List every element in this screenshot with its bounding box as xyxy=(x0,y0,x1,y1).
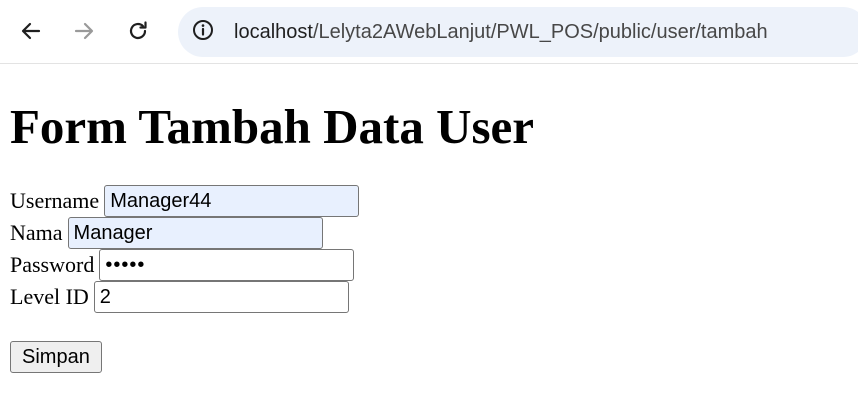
url-text[interactable]: localhost/Lelyta2AWebLanjut/PWL_POS/publ… xyxy=(234,7,768,57)
arrow-left-icon xyxy=(20,20,42,42)
level-id-row: Level ID xyxy=(10,281,349,313)
address-bar[interactable]: localhost/Lelyta2AWebLanjut/PWL_POS/publ… xyxy=(178,7,858,57)
browser-toolbar: localhost/Lelyta2AWebLanjut/PWL_POS/publ… xyxy=(0,0,858,64)
url-host: localhost xyxy=(234,21,313,43)
username-label: Username xyxy=(10,188,100,213)
password-input[interactable] xyxy=(99,249,355,281)
username-input[interactable] xyxy=(104,185,360,217)
password-row: Password xyxy=(10,249,355,281)
back-button[interactable] xyxy=(12,12,50,50)
info-icon xyxy=(192,19,214,46)
simpan-button[interactable]: Simpan xyxy=(10,341,102,373)
page-title: Form Tambah Data User xyxy=(10,99,535,154)
password-label: Password xyxy=(10,252,95,277)
nama-input[interactable] xyxy=(67,217,323,249)
reload-icon xyxy=(127,20,149,42)
forward-button[interactable] xyxy=(65,12,103,50)
arrow-right-icon xyxy=(73,20,95,42)
site-info-button[interactable] xyxy=(190,19,216,45)
url-path: /Lelyta2AWebLanjut/PWL_POS/public/user/t… xyxy=(312,21,768,43)
username-row: Username xyxy=(10,185,360,217)
reload-button[interactable] xyxy=(119,12,157,50)
level-id-label: Level ID xyxy=(10,284,89,309)
nama-row: Nama xyxy=(10,217,323,249)
level-id-input[interactable] xyxy=(93,281,349,313)
nama-label: Nama xyxy=(10,220,63,245)
